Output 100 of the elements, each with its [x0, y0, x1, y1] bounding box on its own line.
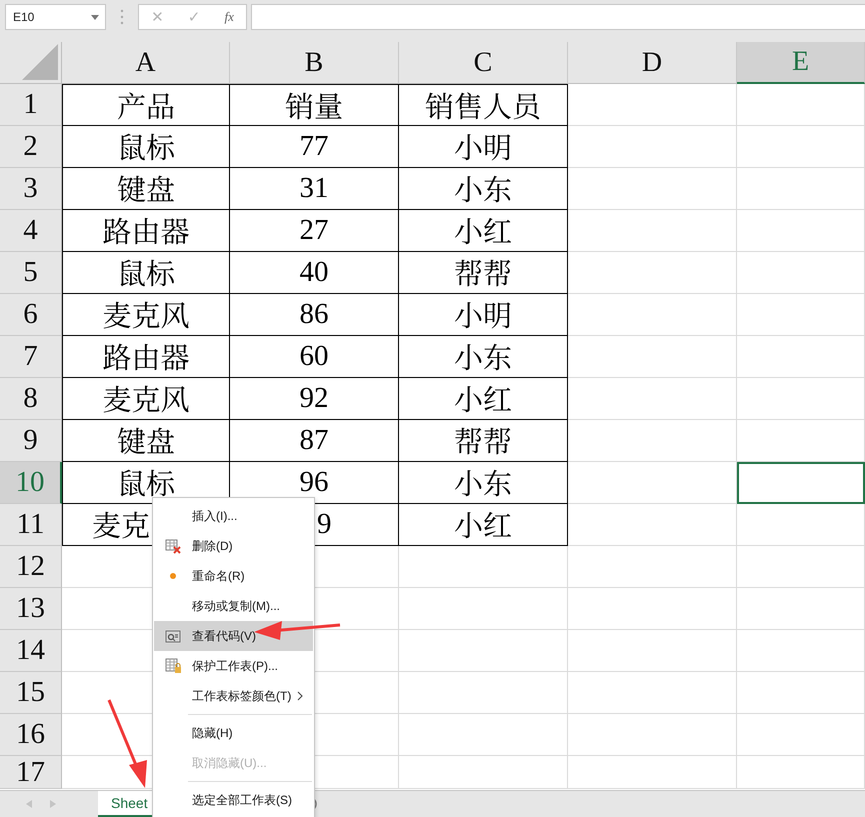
name-box[interactable]: E10	[5, 4, 106, 30]
table-cell[interactable]	[737, 756, 865, 789]
column-header[interactable]: C	[399, 42, 568, 84]
table-cell[interactable]	[399, 756, 568, 789]
table-cell[interactable]	[737, 168, 865, 210]
row-header[interactable]: 6	[0, 294, 62, 336]
table-cell[interactable]	[568, 420, 737, 462]
table-cell[interactable]: 小东	[399, 462, 568, 504]
table-cell[interactable]: 92	[230, 378, 399, 420]
table-cell[interactable]	[399, 588, 568, 630]
table-cell[interactable]	[568, 210, 737, 252]
table-cell[interactable]: 销售人员	[399, 84, 568, 126]
row-header[interactable]: 14	[0, 630, 62, 672]
row-header[interactable]: 5	[0, 252, 62, 294]
table-cell[interactable]	[737, 294, 865, 336]
table-cell[interactable]	[737, 546, 865, 588]
table-cell[interactable]: 77	[230, 126, 399, 168]
menu-item[interactable]: 查看代码(V)	[154, 621, 313, 651]
table-cell[interactable]: 小明	[399, 294, 568, 336]
table-cell[interactable]	[568, 126, 737, 168]
table-cell[interactable]	[568, 546, 737, 588]
row-header[interactable]: 15	[0, 672, 62, 714]
table-cell[interactable]	[399, 672, 568, 714]
table-cell[interactable]: 小红	[399, 378, 568, 420]
table-cell[interactable]	[568, 504, 737, 546]
table-cell[interactable]	[568, 84, 737, 126]
table-cell[interactable]	[399, 546, 568, 588]
table-cell[interactable]: 麦克风	[62, 294, 230, 336]
column-header[interactable]: A	[62, 42, 230, 84]
table-cell[interactable]	[737, 210, 865, 252]
table-cell[interactable]: 小东	[399, 168, 568, 210]
table-cell[interactable]	[737, 378, 865, 420]
insert-function-button[interactable]: fx	[224, 9, 234, 25]
table-cell[interactable]	[568, 168, 737, 210]
table-cell[interactable]	[737, 630, 865, 672]
table-cell[interactable]: 小明	[399, 126, 568, 168]
select-all-corner[interactable]	[0, 42, 62, 84]
menu-item[interactable]: 保护工作表(P)...	[154, 651, 313, 681]
table-cell[interactable]	[568, 378, 737, 420]
selected-cell[interactable]	[737, 462, 865, 504]
table-cell[interactable]	[737, 714, 865, 756]
table-cell[interactable]: 帮帮	[399, 252, 568, 294]
table-cell[interactable]: 产品	[62, 84, 230, 126]
table-cell[interactable]	[399, 714, 568, 756]
column-header[interactable]: B	[230, 42, 399, 84]
table-cell[interactable]: 路由器	[62, 336, 230, 378]
table-cell[interactable]	[568, 294, 737, 336]
menu-item[interactable]: 重命名(R)	[154, 561, 313, 591]
table-cell[interactable]	[568, 336, 737, 378]
row-header[interactable]: 16	[0, 714, 62, 756]
menu-item[interactable]: 移动或复制(M)...	[154, 591, 313, 621]
table-cell[interactable]: 小红	[399, 504, 568, 546]
scroll-left-icon[interactable]	[26, 800, 32, 808]
menu-item[interactable]: 隐藏(H)	[154, 718, 313, 748]
table-cell[interactable]: 销量	[230, 84, 399, 126]
row-header[interactable]: 10	[0, 462, 62, 504]
row-header[interactable]: 9	[0, 420, 62, 462]
table-cell[interactable]: 麦克风	[62, 378, 230, 420]
row-header[interactable]: 11	[0, 504, 62, 546]
table-cell[interactable]	[737, 588, 865, 630]
table-cell[interactable]	[737, 84, 865, 126]
row-header[interactable]: 8	[0, 378, 62, 420]
table-cell[interactable]	[737, 126, 865, 168]
table-cell[interactable]: 31	[230, 168, 399, 210]
table-cell[interactable]	[568, 462, 737, 504]
table-cell[interactable]	[568, 630, 737, 672]
row-header[interactable]: 1	[0, 84, 62, 126]
table-cell[interactable]: 小东	[399, 336, 568, 378]
row-header[interactable]: 13	[0, 588, 62, 630]
table-cell[interactable]	[568, 588, 737, 630]
table-cell[interactable]: 键盘	[62, 168, 230, 210]
table-cell[interactable]: 鼠标	[62, 126, 230, 168]
scroll-right-icon[interactable]	[50, 800, 56, 808]
menu-item[interactable]: 工作表标签颜色(T)	[154, 681, 313, 711]
table-cell[interactable]	[568, 252, 737, 294]
table-cell[interactable]: 87	[230, 420, 399, 462]
table-cell[interactable]: 40	[230, 252, 399, 294]
table-cell[interactable]	[568, 714, 737, 756]
row-header[interactable]: 17	[0, 756, 62, 789]
table-cell[interactable]	[737, 252, 865, 294]
table-cell[interactable]	[737, 336, 865, 378]
table-cell[interactable]: 小红	[399, 210, 568, 252]
table-cell[interactable]: 帮帮	[399, 420, 568, 462]
table-cell[interactable]	[737, 672, 865, 714]
table-cell[interactable]: 60	[230, 336, 399, 378]
table-cell[interactable]: 鼠标	[62, 252, 230, 294]
table-cell[interactable]: 27	[230, 210, 399, 252]
table-cell[interactable]	[737, 504, 865, 546]
row-header[interactable]: 2	[0, 126, 62, 168]
table-cell[interactable]	[737, 420, 865, 462]
column-header[interactable]: E	[737, 42, 865, 84]
table-cell[interactable]	[568, 756, 737, 789]
table-cell[interactable]: 路由器	[62, 210, 230, 252]
table-cell[interactable]	[568, 672, 737, 714]
row-header[interactable]: 4	[0, 210, 62, 252]
formula-field[interactable]	[251, 4, 865, 30]
row-header[interactable]: 12	[0, 546, 62, 588]
table-cell[interactable]: 键盘	[62, 420, 230, 462]
row-header[interactable]: 3	[0, 168, 62, 210]
column-header[interactable]: D	[568, 42, 737, 84]
